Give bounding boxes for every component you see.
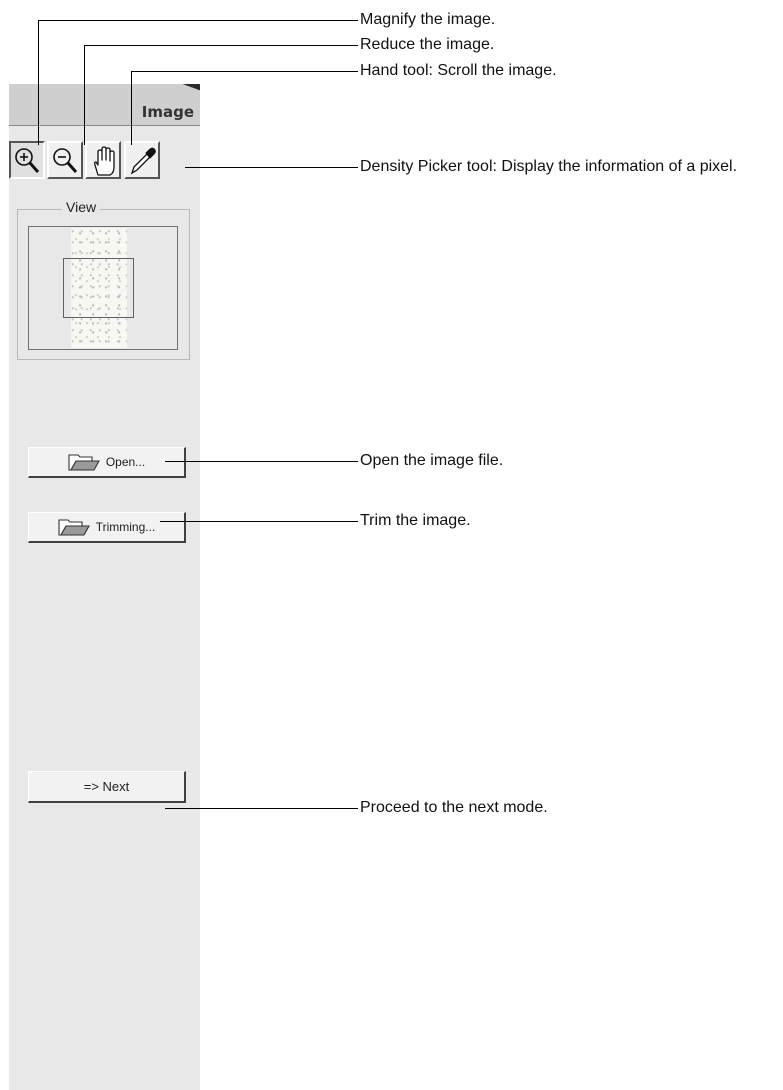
- open-button-label: Open...: [105, 455, 146, 469]
- folder-open-icon: [58, 519, 90, 536]
- callout-line-magnify: [38, 20, 39, 145]
- hand-tool-button[interactable]: [85, 141, 121, 179]
- callout-line-trim: [160, 521, 358, 522]
- folder-open-icon: [68, 454, 100, 471]
- annotation-open: Open the image file.: [360, 452, 504, 469]
- callout-line-hand: [131, 71, 132, 145]
- trimming-button-label: Trimming...: [95, 520, 156, 534]
- visible-area-rectangle[interactable]: [63, 258, 134, 318]
- callout-line-open: [165, 461, 358, 462]
- callout-line-magnify: [38, 20, 358, 21]
- next-button-label: => Next: [83, 779, 130, 794]
- magnify-tool-button[interactable]: [9, 141, 45, 179]
- reduce-tool-button[interactable]: [47, 141, 83, 179]
- annotation-next: Proceed to the next mode.: [360, 799, 548, 816]
- callout-line-density: [185, 167, 358, 168]
- annotation-trim: Trim the image.: [360, 512, 471, 529]
- panel-corner-decoration: [170, 84, 200, 98]
- view-group-label: View: [62, 199, 101, 215]
- annotation-magnify: Magnify the image.: [360, 11, 496, 28]
- callout-line-reduce: [84, 45, 358, 46]
- trimming-button[interactable]: Trimming...: [28, 512, 186, 543]
- callout-line-hand: [131, 71, 358, 72]
- magnify-minus-icon: [53, 148, 78, 173]
- panel-title: Image: [141, 103, 194, 121]
- eyedropper-icon: [130, 147, 156, 175]
- callout-line-reduce: [84, 45, 85, 145]
- annotation-density-picker: Density Picker tool: Display the informa…: [360, 158, 738, 175]
- annotation-reduce: Reduce the image.: [360, 36, 495, 53]
- magnify-plus-icon: [15, 148, 40, 173]
- hand-icon: [94, 146, 115, 176]
- open-button[interactable]: Open...: [28, 447, 186, 478]
- annotation-hand: Hand tool: Scroll the image.: [360, 62, 557, 79]
- density-picker-tool-button[interactable]: [124, 141, 160, 179]
- callout-line-next: [165, 808, 358, 809]
- next-button[interactable]: => Next: [28, 771, 186, 803]
